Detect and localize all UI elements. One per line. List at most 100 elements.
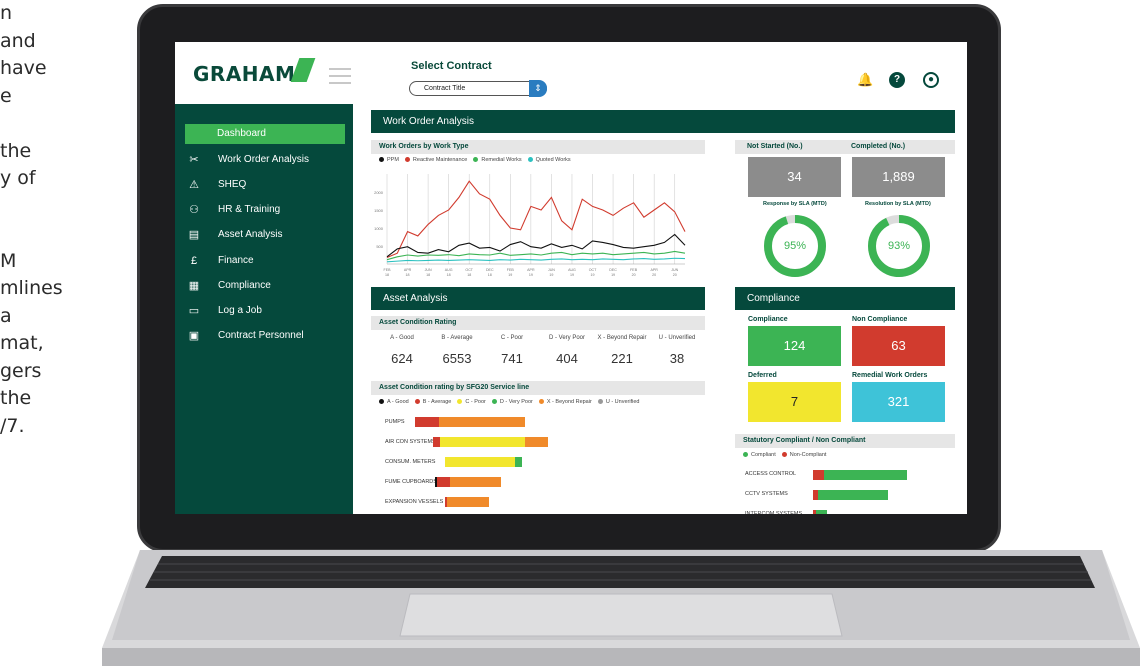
sfg20-legend: A - Good B - Average C - Poor D - Very Poor… [373, 399, 639, 405]
bar-segment[interactable] [515, 457, 522, 467]
bell-icon[interactable]: 🔔 [857, 72, 873, 88]
work-orders-line-chart: 200015001000500FEB18APR18JUN18AUG18OCT18… [374, 174, 686, 277]
x-tick-label: 19 [611, 273, 615, 277]
sidebar-item-contract-personnel[interactable]: ▣ Contract Personnel [185, 326, 345, 346]
user-icon[interactable]: ● [923, 72, 939, 88]
compliance-tile-label: Non Compliance [852, 316, 908, 323]
rating-value: 221 [611, 351, 633, 366]
rating-label: A - Good [390, 335, 414, 341]
resolution-sla-value: 93% [887, 240, 911, 252]
contract-select[interactable]: Contract Title [409, 81, 547, 96]
statutory-legend: Compliant Non-Compliant [737, 452, 826, 458]
x-tick-label: FEB [507, 268, 515, 272]
bar-label: INTERCOM SYSTEMS [745, 511, 803, 514]
not-started-tile[interactable]: 34 [748, 157, 841, 197]
series-line-reactive-maintenance[interactable] [386, 180, 686, 259]
bar-segment[interactable] [450, 477, 501, 487]
sidebar-item-label: Asset Analysis [218, 229, 283, 240]
x-tick-label: APR [650, 268, 658, 272]
y-tick-label: 500 [376, 244, 383, 249]
side-text-line: and [0, 29, 36, 52]
legend-label: Reactive Maintenance [412, 157, 468, 163]
response-sla-value: 95% [783, 240, 807, 252]
bar-label: PUMPS [385, 419, 405, 425]
side-text: n and have e the y of Mmlines a mat, gers the/7. [0, 0, 115, 440]
bar-segment[interactable] [439, 417, 525, 427]
legend-label: U - Unverified [605, 399, 640, 405]
work-order-header: Work Order Analysis [371, 110, 955, 133]
help-icon[interactable]: ? [889, 72, 905, 88]
x-tick-label: OCT [465, 268, 473, 272]
sidebar-item-asset-analysis[interactable]: ▤ Asset Analysis [185, 225, 345, 245]
sidebar-item-finance[interactable]: £ Finance [185, 251, 345, 271]
asset-analysis-header: Asset Analysis [371, 287, 705, 310]
legend-dot [404, 157, 410, 163]
menu-icon[interactable] [329, 68, 351, 89]
compliance-tile[interactable]: 124 [748, 326, 841, 366]
sidebar: Dashboard ✂ Work Order Analysis ⚠ SHEQ ⚇ HR & … [175, 104, 353, 514]
sfg20-title: Asset Condition rating by SFG20 Service … [371, 381, 705, 395]
bar-segment[interactable] [447, 497, 489, 507]
legend-dot [527, 157, 533, 163]
clipboard-icon: ▦ [188, 280, 200, 292]
x-tick-label: JUN [425, 268, 432, 272]
x-tick-label: 18 [467, 273, 471, 277]
bar-segment[interactable] [439, 437, 526, 447]
bar-segment[interactable] [818, 490, 889, 500]
legend-dot [414, 399, 420, 405]
sidebar-item-hr-training[interactable]: ⚇ HR & Training [185, 200, 345, 220]
sidebar-item-work-order-analysis[interactable]: ✂ Work Order Analysis [185, 150, 345, 170]
sidebar-item-compliance[interactable]: ▦ Compliance [185, 276, 345, 296]
series-line-ppm[interactable] [386, 233, 686, 258]
side-text-line: y of [0, 167, 36, 189]
laptop-base [102, 550, 1140, 666]
bar-segment[interactable] [824, 470, 907, 480]
bar-segment[interactable] [415, 417, 440, 427]
legend-dot [473, 157, 479, 163]
monitor-icon: ▭ [188, 305, 200, 317]
completed-tile[interactable]: 1,889 [852, 157, 945, 197]
bar-segment[interactable] [433, 437, 440, 447]
x-tick-label: 20 [652, 273, 656, 277]
compliance-tile[interactable]: 63 [852, 326, 945, 366]
sidebar-item-log-a-job[interactable]: ▭ Log a Job [185, 301, 345, 321]
rating-label: D - Very Poor [548, 335, 585, 341]
x-tick-label: 18 [385, 273, 389, 277]
bar-segment[interactable] [525, 437, 549, 447]
compliance-tile[interactable]: 7 [748, 382, 841, 422]
resolution-sla-label: Resolution by SLA (MTD) [865, 201, 931, 207]
series-line-quoted-works[interactable] [386, 257, 686, 263]
legend-label: Non-Compliant [789, 452, 827, 458]
legend-label: Compliant [751, 452, 776, 458]
bar-segment[interactable] [815, 510, 828, 514]
x-tick-label: FEB [384, 268, 392, 272]
sidebar-item-dashboard[interactable]: Dashboard [185, 124, 345, 144]
sidebar-item-label: Contract Personnel [218, 330, 304, 341]
side-text-line: e [0, 84, 12, 107]
work-orders-chart-title: Work Orders by Work Type [371, 140, 705, 154]
side-text-line: the [0, 387, 32, 409]
x-tick-label: JUN [548, 268, 555, 272]
top-bar: GRAHAM Select Contract Contract Title ⇕ … [175, 42, 967, 104]
legend-dot [538, 399, 544, 405]
bar-segment[interactable] [445, 457, 516, 467]
bar-label: ACCESS CONTROL [745, 471, 797, 477]
x-tick-label: 19 [549, 273, 553, 277]
bar-segment[interactable] [436, 477, 451, 487]
work-orders-legend: PPM Reactive Maintenance Remedial Works Quo… [373, 157, 571, 163]
side-text-line: n [0, 2, 13, 24]
legend-label: Remedial Works [481, 157, 522, 163]
x-tick-label: 18 [447, 273, 451, 277]
compliance-tile[interactable]: 321 [852, 382, 945, 422]
bar-segment[interactable] [813, 470, 825, 480]
x-tick-label: OCT [589, 268, 597, 272]
x-tick-label: 20 [632, 273, 636, 277]
sidebar-item-label: Log a Job [218, 305, 262, 316]
rating-label: X - Beyond Repair [597, 335, 647, 341]
chevron-updown-icon[interactable]: ⇕ [529, 80, 547, 97]
side-text-line: the [0, 139, 32, 162]
rating-value: 38 [669, 351, 685, 366]
sidebar-item-sheq[interactable]: ⚠ SHEQ [185, 175, 345, 195]
graham-logo[interactable]: GRAHAM [193, 62, 295, 86]
side-text-line: mat, [0, 332, 44, 354]
